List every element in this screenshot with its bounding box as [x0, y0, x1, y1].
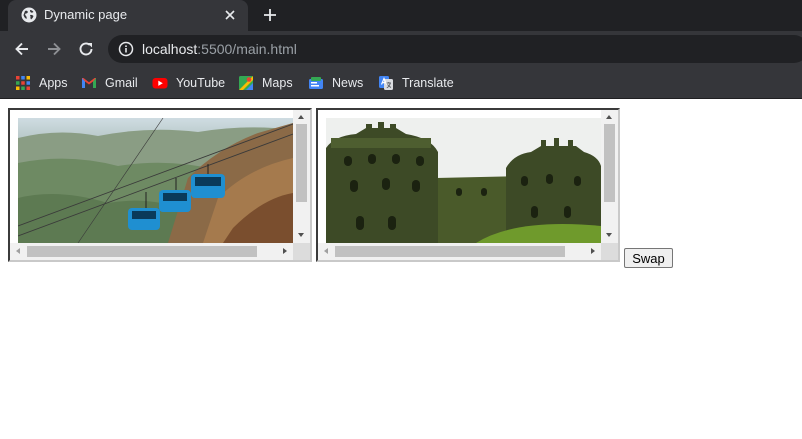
gmail-icon	[82, 78, 96, 88]
horizontal-scrollbar[interactable]	[10, 243, 293, 260]
news-icon	[309, 77, 323, 89]
tab-dynamic-page[interactable]: Dynamic page	[8, 0, 248, 31]
bookmark-label: Apps	[39, 76, 68, 90]
reload-icon[interactable]	[77, 40, 95, 58]
url-host: localhost	[142, 41, 198, 57]
bookmark-apps[interactable]: Apps	[15, 74, 68, 92]
scroll-left-arrow[interactable]	[324, 248, 328, 254]
fort-frame[interactable]	[316, 108, 620, 262]
scroll-left-arrow[interactable]	[16, 248, 20, 254]
ropeway-cable-cars-image	[18, 118, 293, 243]
swap-button[interactable]: Swap	[624, 248, 673, 268]
close-icon[interactable]	[222, 7, 238, 23]
bookmark-maps[interactable]: Maps	[238, 74, 293, 92]
address-bar[interactable]: localhost:5500/main.html	[108, 35, 802, 63]
fort-ruins-image	[326, 118, 601, 243]
maps-icon	[239, 76, 253, 90]
frame-viewport	[318, 110, 618, 260]
url-path: :5500/main.html	[197, 41, 297, 57]
bookmark-label: YouTube	[176, 76, 226, 90]
horizontal-scrollbar[interactable]	[318, 243, 601, 260]
bookmark-label: Gmail	[105, 76, 138, 90]
scrollbar-thumb[interactable]	[604, 124, 615, 202]
page-content: Swap	[0, 100, 802, 439]
bookmark-label: News	[332, 76, 364, 90]
youtube-icon	[152, 78, 168, 89]
scrollbar-thumb[interactable]	[296, 124, 307, 202]
vertical-scrollbar[interactable]	[601, 110, 618, 243]
scroll-down-arrow[interactable]	[606, 233, 612, 237]
scrollbar-corner	[601, 243, 618, 260]
url-text: localhost:5500/main.html	[142, 41, 297, 57]
tab-title: Dynamic page	[44, 7, 128, 22]
bookmark-gmail[interactable]: Gmail	[81, 74, 138, 92]
toolbar: localhost:5500/main.html	[0, 31, 802, 67]
scrollbar-thumb[interactable]	[27, 246, 257, 257]
ropeway-frame[interactable]	[8, 108, 312, 262]
tab-strip: Dynamic page	[0, 0, 802, 31]
vertical-scrollbar[interactable]	[293, 110, 310, 243]
scroll-right-arrow[interactable]	[283, 248, 287, 254]
info-icon[interactable]	[118, 41, 134, 57]
back-icon[interactable]	[13, 40, 31, 58]
scroll-down-arrow[interactable]	[298, 233, 304, 237]
bookmark-label: Maps	[262, 76, 293, 90]
bookmark-label: Translate	[402, 76, 454, 90]
new-tab-icon[interactable]	[261, 6, 279, 24]
bookmark-news[interactable]: News	[308, 74, 363, 92]
scroll-up-arrow[interactable]	[606, 115, 612, 119]
globe-icon	[21, 7, 37, 23]
scroll-right-arrow[interactable]	[591, 248, 595, 254]
bookmark-translate[interactable]: Translate	[378, 74, 454, 92]
scroll-up-arrow[interactable]	[298, 115, 304, 119]
frame-viewport	[10, 110, 310, 260]
scrollbar-thumb[interactable]	[335, 246, 565, 257]
bookmark-youtube[interactable]: YouTube	[152, 74, 225, 92]
scrollbar-corner	[293, 243, 310, 260]
forward-icon[interactable]	[45, 40, 63, 58]
apps-grid-icon	[16, 76, 30, 90]
bookmarks-bar: Apps Gmail YouTube Maps News Translate	[0, 67, 802, 99]
translate-icon	[379, 76, 393, 90]
